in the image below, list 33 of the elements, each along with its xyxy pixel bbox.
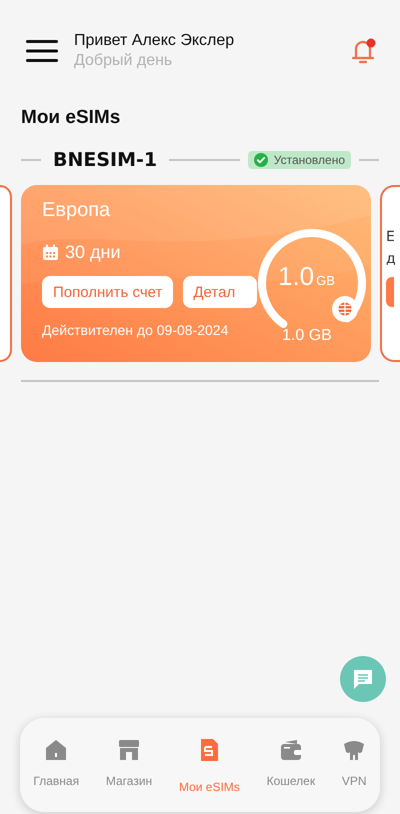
- subtitle-text: Добрый день: [74, 51, 174, 71]
- globe-icon[interactable]: [332, 296, 358, 322]
- store-icon: [117, 738, 141, 762]
- next-card-text: Е: [386, 229, 395, 245]
- region-title: Европа: [42, 199, 112, 222]
- nav-tab[interactable]: Магазин: [106, 738, 152, 788]
- wallet-icon: [278, 738, 303, 762]
- nav-tab[interactable]: Кошелек: [266, 738, 316, 788]
- menu-icon[interactable]: [26, 40, 58, 62]
- chat-icon: [351, 667, 375, 691]
- previous-card[interactable]: [0, 185, 12, 362]
- check-icon: [254, 153, 268, 167]
- esim-name: BNESIM-1: [52, 149, 158, 171]
- greeting-text: Привет Алекс Экслер: [74, 31, 236, 51]
- next-card-text: д: [386, 251, 396, 267]
- page-title: Мои eSIMs: [20, 106, 120, 129]
- next-card[interactable]: Е д: [380, 185, 400, 362]
- chat-button[interactable]: [340, 656, 386, 702]
- data-total-text: 1.0 GB: [278, 261, 335, 292]
- notification-bell-icon[interactable]: [350, 36, 378, 66]
- next-card-button[interactable]: [386, 277, 394, 307]
- calendar-icon: [42, 244, 59, 261]
- nav-tab[interactable]: Мои eSIMs: [178, 738, 240, 794]
- nav-tab[interactable]: Главная: [33, 738, 80, 788]
- valid-until-text: Действителен до 09-08-2024: [42, 322, 230, 338]
- esim-card[interactable]: Европа 30 дни Пополнить счет Детал Действителен до 09-08-2024 1.0 GB 1.0 GB: [21, 185, 371, 362]
- status-badge: Установлено: [248, 151, 351, 169]
- home-icon: [44, 738, 68, 762]
- top-up-button[interactable]: Пополнить счет: [42, 276, 174, 308]
- data-left-text: 1.0 GB: [282, 327, 332, 345]
- details-button[interactable]: Детал: [183, 276, 258, 308]
- nav-tab[interactable]: VPN: [342, 738, 367, 788]
- days-text: 30 дни: [65, 242, 121, 263]
